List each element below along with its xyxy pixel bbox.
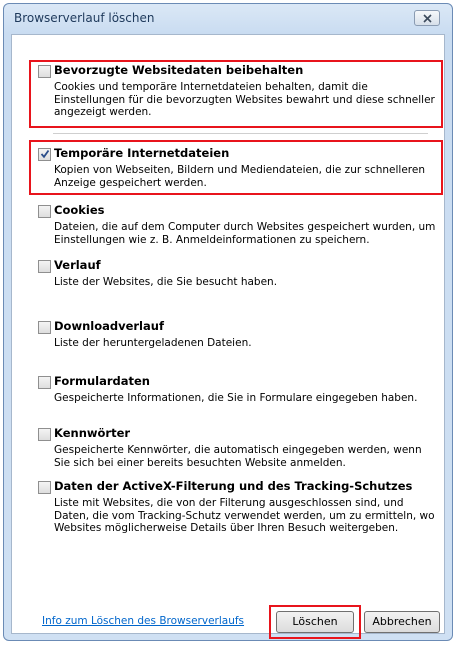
title-bar[interactable]: Browserverlauf löschen [4, 4, 452, 34]
option-title: Formulardaten [54, 374, 150, 388]
cookies-checkbox[interactable] [38, 205, 51, 218]
delete-history-dialog: Browserverlauf löschen Bevorzugte Websit… [3, 3, 453, 641]
option-description: Gespeicherte Kennwörter, die automatisch… [54, 444, 422, 469]
option-title: Verlauf [54, 258, 101, 272]
info-delete-history-link[interactable]: Info zum Löschen des Browserverlaufs [42, 615, 244, 627]
cancel-button[interactable]: Abbrechen [364, 611, 440, 633]
form-data-checkbox[interactable] [38, 376, 51, 389]
option-title: Daten der ActiveX-Filterung und des Trac… [54, 479, 413, 493]
highlight-box [269, 605, 361, 639]
option-title: Downloadverlauf [54, 319, 164, 333]
close-button[interactable] [414, 10, 440, 26]
option-title: Cookies [54, 203, 105, 217]
option-description: Dateien, die auf dem Computer durch Webs… [54, 221, 436, 246]
option-title: Kennwörter [54, 426, 131, 440]
divider [53, 133, 428, 134]
highlight-box [29, 140, 443, 195]
option-description: Liste der heruntergeladenen Dateien. [54, 337, 252, 349]
option-description: Gespeicherte Informationen, die Sie in F… [54, 392, 418, 404]
dialog-content: Bevorzugte Websitedaten beibehalten Cook… [11, 34, 445, 639]
activex-tracking-checkbox[interactable] [38, 481, 51, 494]
dialog-title: Browserverlauf löschen [14, 11, 155, 25]
option-description: Liste mit Websites, die von der Filterun… [54, 497, 435, 534]
passwords-checkbox[interactable] [38, 428, 51, 441]
highlight-box [29, 60, 443, 128]
option-description: Liste der Websites, die Sie besucht habe… [54, 276, 278, 288]
history-checkbox[interactable] [38, 260, 51, 273]
close-icon [423, 14, 432, 23]
download-history-checkbox[interactable] [38, 321, 51, 334]
